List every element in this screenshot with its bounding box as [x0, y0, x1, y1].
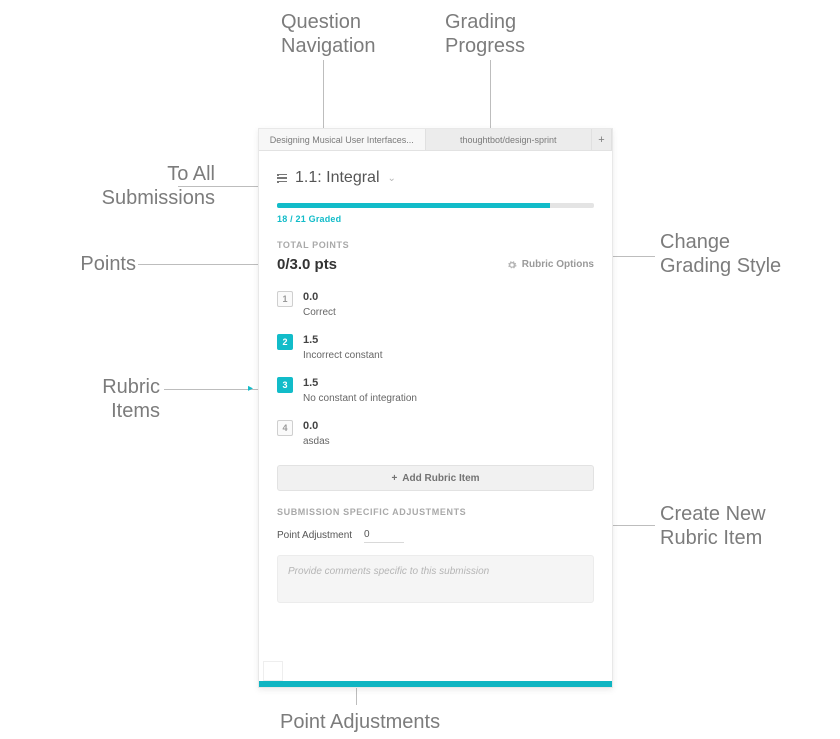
points-display: 0/3.0 pts [277, 256, 337, 273]
rubric-item-points: 0.0 [303, 420, 330, 432]
chevron-down-icon: ⌄ [388, 173, 396, 184]
question-selector[interactable]: 1.1: Integral ⌄ [277, 169, 594, 187]
rubric-item-desc: asdas [303, 436, 330, 447]
rubric-item-points: 0.0 [303, 291, 336, 303]
rubric-item-number[interactable]: 2 [277, 334, 293, 350]
question-title: 1.1: Integral [295, 169, 380, 187]
rubric-item-points: 1.5 [303, 377, 417, 389]
rubric-item[interactable]: 4 0.0 asdas [277, 412, 594, 455]
browser-tab-right[interactable]: thoughtbot/design-sprint [426, 129, 593, 150]
grading-panel: Designing Musical User Interfaces... tho… [258, 128, 613, 688]
new-tab-button[interactable]: + [592, 129, 612, 150]
total-points-label: TOTAL POINTS [277, 240, 594, 250]
annotation-rubric-items: RubricItems [95, 375, 160, 423]
rubric-item[interactable]: 2 1.5 Incorrect constant [277, 326, 594, 369]
rubric-options-button[interactable]: Rubric Options [507, 259, 594, 270]
annotation-points: Points [76, 252, 136, 276]
add-rubric-label: Add Rubric Item [402, 473, 479, 484]
annotation-grading-progress: GradingProgress [445, 10, 525, 58]
rubric-options-label: Rubric Options [522, 259, 594, 270]
grading-progress-bar [277, 203, 594, 208]
rubric-item[interactable]: 1 0.0 Correct [277, 283, 594, 326]
comment-box[interactable]: Provide comments specific to this submis… [277, 555, 594, 603]
ssa-label: SUBMISSION SPECIFIC ADJUSTMENTS [277, 507, 594, 517]
gear-icon [507, 260, 517, 270]
list-icon [277, 174, 287, 183]
annotation-change-grading-style: ChangeGrading Style [660, 230, 781, 278]
point-adjustment-label: Point Adjustment [277, 530, 352, 541]
rubric-item-desc: No constant of integration [303, 393, 417, 404]
graded-count: 18 / 21 Graded [277, 214, 594, 224]
footer-accent [259, 681, 612, 687]
rubric-item-number[interactable]: 1 [277, 291, 293, 307]
caret-icon: ▸ [248, 383, 253, 394]
tab-bar: Designing Musical User Interfaces... tho… [259, 129, 612, 151]
rubric-item-number[interactable]: 4 [277, 420, 293, 436]
rubric-item-number[interactable]: 3 [277, 377, 293, 393]
rubric-item[interactable]: 3 1.5 No constant of integration [277, 369, 594, 412]
rubric-item-points: 1.5 [303, 334, 382, 346]
plus-icon: + [391, 473, 397, 484]
annotation-create-new-rubric-item: Create NewRubric Item [660, 502, 766, 550]
browser-tab-left[interactable]: Designing Musical User Interfaces... [259, 129, 426, 150]
point-adjustment-input[interactable] [364, 527, 404, 543]
rubric-item-desc: Incorrect constant [303, 350, 382, 361]
annotation-question-nav: QuestionNavigation [281, 10, 376, 58]
rubric-item-desc: Correct [303, 307, 336, 318]
add-rubric-item-button[interactable]: + Add Rubric Item [277, 465, 594, 491]
annotation-point-adjustments: Point Adjustments [280, 710, 440, 734]
